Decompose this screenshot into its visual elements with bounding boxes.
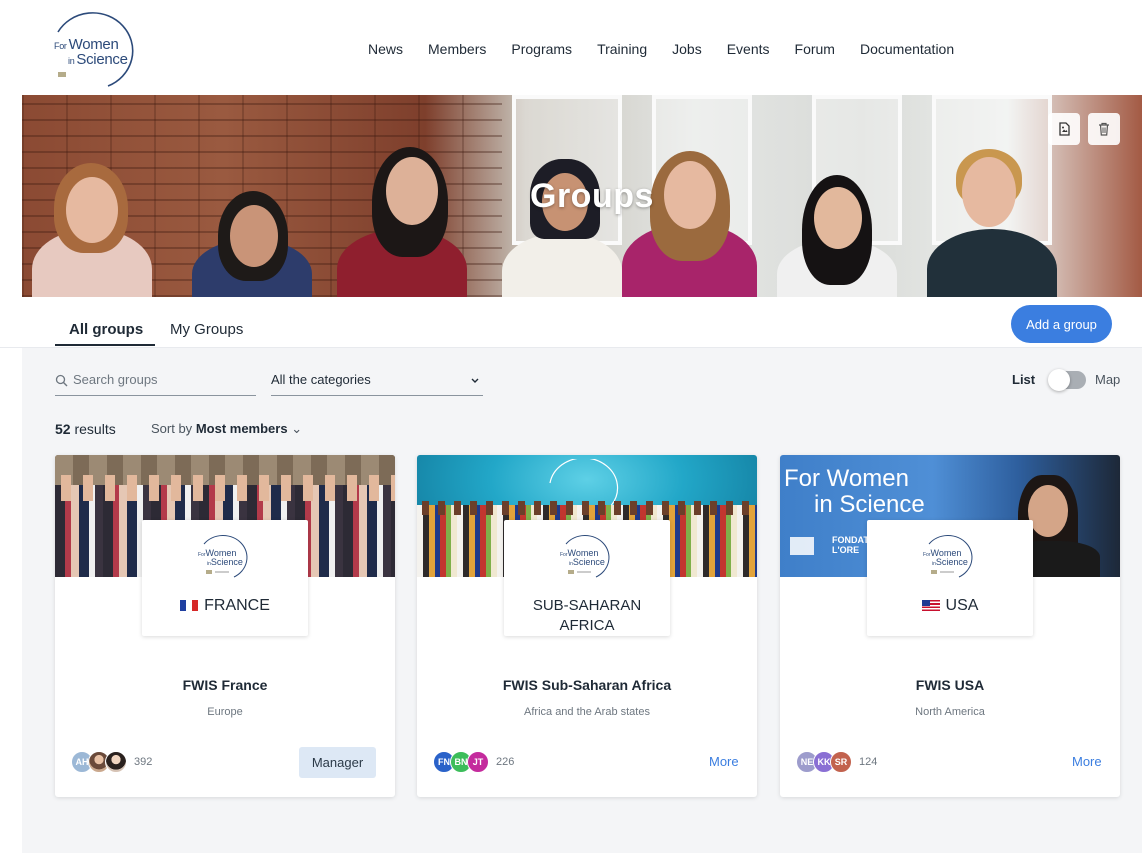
member-count: 392	[134, 756, 153, 768]
cover-text: For Women	[784, 465, 909, 492]
badge-label: SUB-SAHARAN AFRICA	[532, 597, 642, 634]
trash-icon	[1099, 122, 1109, 136]
nav-jobs[interactable]: Jobs	[672, 41, 702, 57]
sort-value: Most members	[195, 421, 288, 436]
group-badge: ForWomen inScience SUB-SAHARAN AFRICA	[504, 520, 670, 636]
image-file-icon	[1059, 122, 1070, 136]
avatar	[105, 751, 127, 773]
cover-text: in Science	[814, 491, 925, 518]
view-list-label[interactable]: List	[1012, 372, 1035, 387]
more-link[interactable]: More	[1072, 754, 1102, 769]
badge-label: FRANCE	[204, 597, 270, 614]
search-field	[55, 370, 256, 396]
avatar: SR	[830, 751, 852, 773]
badge-label: USA	[945, 597, 979, 614]
group-title[interactable]: FWIS France	[55, 677, 395, 693]
member-avatars: AH 392	[71, 751, 152, 773]
group-region: North America	[915, 706, 985, 718]
page-title: Groups	[530, 177, 654, 215]
group-title[interactable]: FWIS Sub-Saharan Africa	[417, 677, 757, 693]
manager-button[interactable]: Manager	[299, 747, 376, 778]
nav-members[interactable]: Members	[428, 41, 486, 57]
member-avatars: FN BN JT 226	[433, 751, 514, 773]
main-nav: News Members Programs Training Jobs Even…	[368, 41, 979, 57]
site-header: For Women in Science News Members Programs…	[0, 0, 1142, 95]
toggle-knob	[1048, 369, 1070, 391]
group-tabs: All groups My Groups Add a group	[0, 297, 1142, 348]
fwis-badge-logo: ForWomen inScience	[923, 530, 977, 578]
nav-documentation[interactable]: Documentation	[860, 41, 954, 57]
logo-text-for: For	[54, 41, 67, 51]
france-flag-icon	[180, 600, 199, 611]
results-label: results	[74, 421, 116, 437]
group-region: Africa and the Arab states	[524, 706, 650, 718]
group-title[interactable]: FWIS USA	[780, 677, 1120, 693]
nav-forum[interactable]: Forum	[795, 41, 835, 57]
member-count: 226	[496, 756, 515, 768]
group-card-usa[interactable]: For Women in Science FONDAT L'ORE ForWome…	[780, 455, 1120, 797]
nav-training[interactable]: Training	[597, 41, 647, 57]
tab-my-groups[interactable]: My Groups	[170, 321, 243, 338]
results-number: 52	[55, 421, 71, 437]
fwis-badge-logo: ForWomen inScience	[560, 530, 614, 578]
delete-image-button[interactable]	[1088, 113, 1120, 145]
groups-banner: Groups	[22, 95, 1142, 297]
sort-prefix: Sort by	[151, 421, 193, 436]
view-map-label[interactable]: Map	[1095, 372, 1120, 387]
for-women-in-science-logo[interactable]: For Women in Science	[50, 8, 142, 88]
group-card-sub-saharan-africa[interactable]: ForWomen inScience SUB-SAHARAN AFRICA FWI…	[417, 455, 757, 797]
chevron-down-icon	[471, 378, 479, 383]
search-icon	[55, 374, 68, 387]
active-tab-indicator	[55, 344, 155, 346]
member-avatars: NE KK SR 124	[796, 751, 877, 773]
nav-news[interactable]: News	[368, 41, 403, 57]
search-input[interactable]	[73, 372, 253, 387]
category-select-value: All the categories	[271, 372, 371, 387]
logo-text-in: in	[68, 56, 75, 66]
list-map-toggle[interactable]	[1048, 369, 1086, 391]
usa-flag-icon	[921, 600, 940, 611]
chevron-down-icon: ⌄	[291, 421, 303, 436]
sort-dropdown[interactable]: Sort by Most members ⌄	[151, 421, 302, 437]
group-badge: ForWomen inScience FRANCE	[142, 520, 308, 636]
unesco-icon	[790, 537, 814, 555]
change-image-button[interactable]	[1048, 113, 1080, 145]
logo-partner-marks	[58, 72, 69, 78]
fwis-badge-logo: ForWomen inScience	[198, 530, 252, 578]
avatar: JT	[467, 751, 489, 773]
member-count: 124	[859, 756, 878, 768]
add-group-button[interactable]: Add a group	[1011, 305, 1112, 343]
group-card-france[interactable]: ForWomen inScience FRANCE FWIS France Eu…	[55, 455, 395, 797]
more-link[interactable]: More	[709, 754, 739, 769]
nav-programs[interactable]: Programs	[511, 41, 572, 57]
tab-all-groups[interactable]: All groups	[69, 321, 143, 338]
group-badge: ForWomen inScience USA	[867, 520, 1033, 636]
nav-events[interactable]: Events	[727, 41, 770, 57]
logo-text-science: Science	[76, 51, 128, 68]
groups-content: All the categories List Map 52 results S…	[22, 348, 1142, 853]
group-region: Europe	[207, 706, 243, 718]
results-count: 52 results	[55, 421, 116, 437]
category-select[interactable]: All the categories	[271, 370, 483, 396]
